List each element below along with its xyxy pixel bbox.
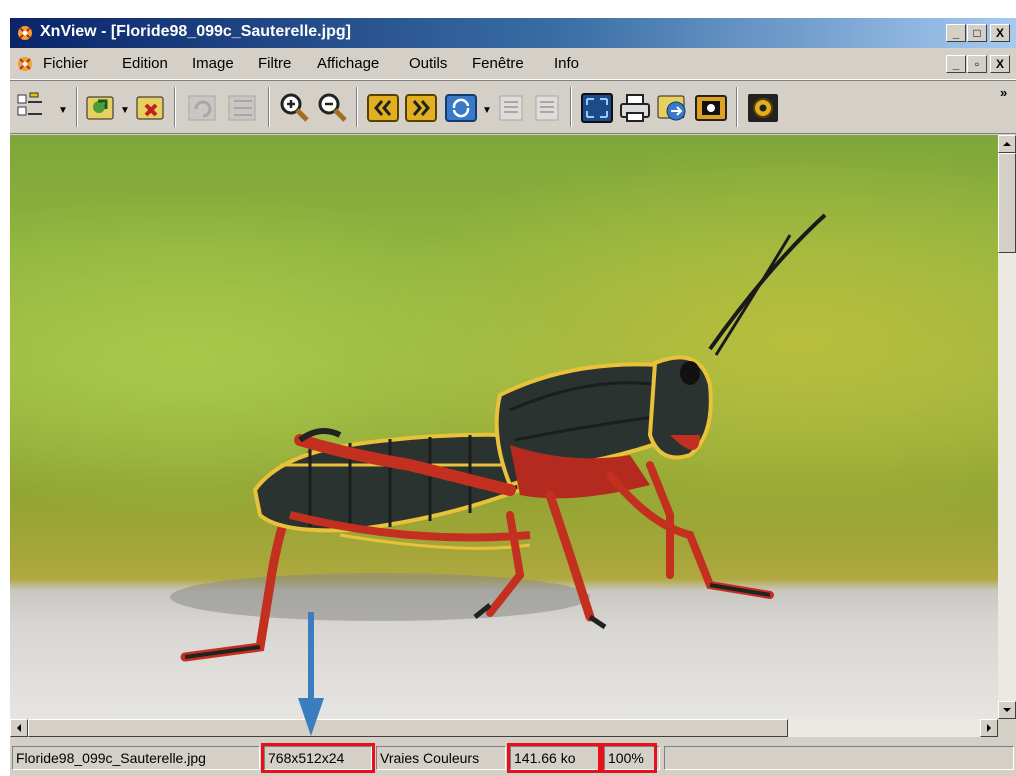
document-icon[interactable] [16, 55, 34, 73]
save-icon[interactable] [134, 91, 168, 125]
scroll-left-button[interactable] [10, 719, 28, 737]
doc-restore-button[interactable]: ▫ [967, 55, 987, 73]
toolbar-separator [356, 87, 358, 127]
horizontal-scrollbar[interactable] [10, 719, 998, 737]
scroll-up-button[interactable] [998, 135, 1016, 153]
toolbar-separator [76, 87, 78, 127]
toolbar-overflow-icon[interactable]: » [1000, 85, 1007, 100]
convert-icon[interactable] [656, 91, 690, 125]
window-title: XnView - [Floride98_099c_Sauterelle.jpg] [40, 23, 351, 40]
vertical-scrollbar[interactable] [998, 135, 1016, 719]
menu-fenetre[interactable]: Fenêtre [472, 55, 524, 72]
undo-icon[interactable] [186, 91, 220, 125]
toolbar-separator [570, 87, 572, 127]
close-button[interactable]: X [990, 24, 1010, 42]
redo-icon[interactable] [226, 91, 260, 125]
title-bar[interactable]: XnView - [Floride98_099c_Sauterelle.jpg]… [10, 18, 1016, 48]
scroll-down-arrow-icon [1003, 708, 1011, 712]
status-empty-panel [664, 746, 1014, 770]
fullscreen-icon[interactable] [580, 91, 614, 125]
toolbar-separator [268, 87, 270, 127]
menu-outils[interactable]: Outils [409, 55, 447, 72]
maximize-button[interactable]: □ [967, 24, 987, 42]
status-bar: Floride98_099c_Sauterelle.jpg 768x512x24… [10, 741, 1016, 776]
refresh-icon[interactable] [444, 91, 478, 125]
menu-filtre[interactable]: Filtre [258, 55, 291, 72]
file-size-highlight-box [507, 743, 601, 773]
toolbar-separator [736, 87, 738, 127]
open-icon[interactable] [84, 91, 118, 125]
image-viewport[interactable] [10, 135, 998, 719]
doc-close-button[interactable]: X [990, 55, 1010, 73]
horizontal-scroll-thumb[interactable] [28, 719, 788, 737]
menu-fichier[interactable]: Fichier [43, 55, 88, 72]
toolbar-separator [174, 87, 176, 127]
grasshopper-photo [170, 213, 827, 662]
browser-icon[interactable] [14, 91, 48, 125]
vertical-scroll-thumb[interactable] [998, 153, 1016, 253]
scroll-right-button[interactable] [980, 719, 998, 737]
refresh-dropdown-icon[interactable]: ▼ [482, 105, 492, 116]
browser-dropdown-icon[interactable]: ▼ [58, 105, 68, 116]
doc-minimize-button[interactable]: _ [946, 55, 966, 73]
previous-image-icon[interactable] [366, 91, 400, 125]
status-filename: Floride98_099c_Sauterelle.jpg [12, 746, 260, 770]
zoom-highlight-box [601, 743, 657, 773]
scroll-up-arrow-icon [1003, 142, 1011, 146]
toolbar: ▼ ▼ ▼ » [10, 80, 1016, 134]
dimensions-highlight-box [261, 743, 375, 773]
minimize-button[interactable]: _ [946, 24, 966, 42]
menu-image[interactable]: Image [192, 55, 234, 72]
scrollbar-corner [998, 719, 1016, 737]
open-dropdown-icon[interactable]: ▼ [120, 105, 130, 116]
menu-info[interactable]: Info [554, 55, 579, 72]
settings-icon[interactable] [746, 91, 780, 125]
zoom-out-icon[interactable] [316, 91, 350, 125]
page-next-icon[interactable] [530, 91, 564, 125]
capture-icon[interactable] [694, 91, 728, 125]
scroll-right-arrow-icon [987, 724, 991, 732]
print-icon[interactable] [618, 91, 652, 125]
annotation-arrow-icon [298, 612, 324, 736]
next-image-icon[interactable] [404, 91, 438, 125]
menu-affichage[interactable]: Affichage [317, 55, 379, 72]
menu-bar: Fichier Edition Image Filtre Affichage O… [10, 49, 1016, 80]
xnview-app-icon [18, 26, 32, 40]
status-color-mode: Vraies Couleurs [376, 746, 506, 770]
zoom-in-icon[interactable] [278, 91, 312, 125]
menu-edition[interactable]: Edition [122, 55, 168, 72]
scroll-left-arrow-icon [17, 724, 21, 732]
page-prev-icon[interactable] [494, 91, 528, 125]
scroll-down-button[interactable] [998, 701, 1016, 719]
xnview-window: XnView - [Floride98_099c_Sauterelle.jpg]… [10, 18, 1016, 776]
